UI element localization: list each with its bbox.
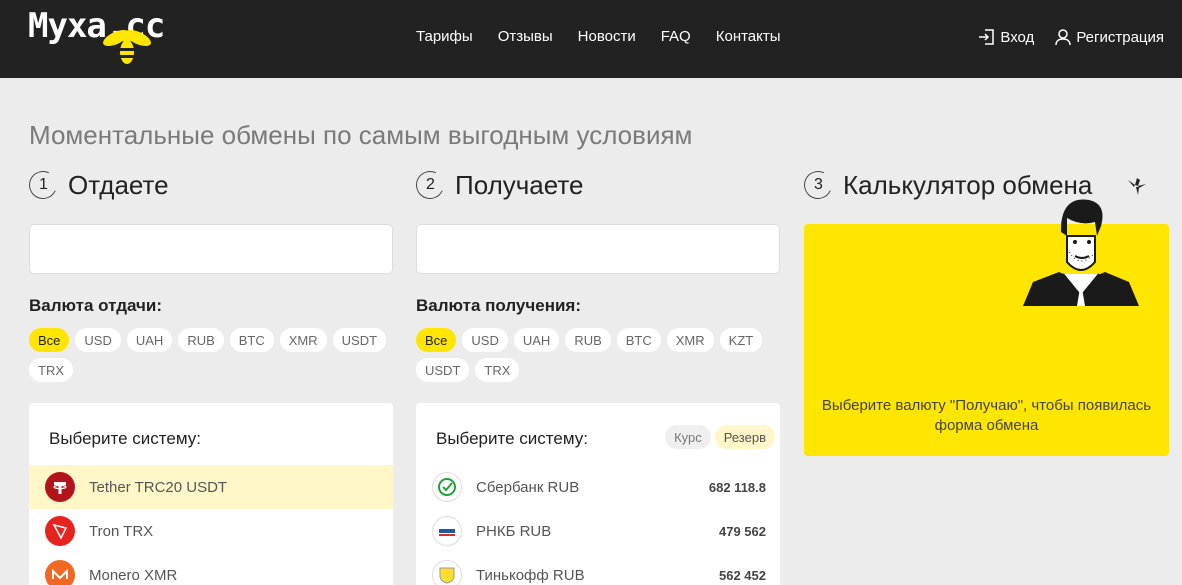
step-number-badge: 2 <box>412 167 448 203</box>
rnkb-icon <box>432 516 462 546</box>
receive-currency-label: Валюта получения: <box>416 296 582 315</box>
give-chip-usdt[interactable]: USDT <box>332 328 387 352</box>
register-label: Регистрация <box>1076 28 1164 46</box>
system-reserve: 479 562 <box>719 523 766 539</box>
bee-icon <box>103 29 151 64</box>
site-logo[interactable]: Myxa.cc <box>28 6 168 68</box>
nav-link-contacts[interactable]: Контакты <box>716 28 781 45</box>
nav-link-faq[interactable]: FAQ <box>661 28 691 45</box>
receive-chip-usd[interactable]: USD <box>462 328 508 352</box>
receive-chip-btc[interactable]: BTC <box>616 328 661 352</box>
system-reserve: 562 452 <box>719 567 766 583</box>
give-panel-title: Выберите систему: <box>49 429 201 448</box>
tron-icon <box>45 516 75 546</box>
system-name: РНКБ RUB <box>476 522 552 540</box>
give-title: Отдаете <box>68 169 169 200</box>
give-system-row[interactable]: Monero XMR <box>29 553 393 585</box>
give-chip-rub[interactable]: RUB <box>178 328 224 352</box>
give-system-row[interactable]: Tether TRC20 USDT <box>29 465 393 509</box>
give-chip-all[interactable]: Все <box>29 328 70 352</box>
receive-chip-uah[interactable]: UAH <box>513 328 560 352</box>
receive-chip-rub[interactable]: RUB <box>565 328 611 352</box>
receive-chip-usdt[interactable]: USDT <box>416 358 470 382</box>
give-chip-usd[interactable]: USD <box>75 328 121 352</box>
calculator-column: 3 Калькулятор обмена Выберите валюту "По… <box>800 167 1169 456</box>
system-name: Tether TRC20 USDT <box>89 478 228 496</box>
receive-column: 2 Получаете Валюта получения: Все USD UA… <box>412 167 780 585</box>
give-column: 1 Отдаете Валюта отдачи: Все USD UAH RUB… <box>25 167 393 585</box>
system-name: Сбербанк RUB <box>476 478 580 496</box>
give-currency-label: Валюта отдачи: <box>29 296 162 315</box>
give-chip-btc[interactable]: BTC <box>229 328 274 352</box>
system-name: Tron TRX <box>89 522 154 540</box>
step-number-badge: 1 <box>25 167 61 203</box>
receive-chip-trx[interactable]: TRX <box>475 358 520 382</box>
receive-step-header: 2 Получаете <box>412 167 780 203</box>
calculator-message: Выберите валюту "Получаю", чтобы появила… <box>821 397 1152 434</box>
register-link[interactable]: Регистрация <box>1054 28 1164 46</box>
sort-tabs: Курс Резерв <box>661 425 775 449</box>
user-icon <box>1055 29 1072 46</box>
receive-chip-kzt[interactable]: KZT <box>719 328 763 352</box>
give-currency-filters: Все USD UAH RUB BTC XMR USDT TRX <box>29 328 393 388</box>
login-icon <box>979 29 995 45</box>
tinkoff-icon <box>432 560 462 585</box>
give-chip-xmr[interactable]: XMR <box>279 328 327 352</box>
login-label: Вход <box>1000 28 1035 46</box>
receive-system-panel: Выберите систему: Курс Резерв Сбербанк R… <box>416 403 780 585</box>
receive-system-row[interactable]: РНКБ RUB 479 562 <box>416 509 780 553</box>
system-name: Тинькофф RUB <box>476 566 585 584</box>
receive-system-row[interactable]: Сбербанк RUB 682 118.8 <box>416 465 780 509</box>
give-system-panel: Выберите систему: Tether TRC20 USDT Tron… <box>29 403 393 585</box>
tab-reserve[interactable]: Резерв <box>714 425 775 449</box>
give-system-row[interactable]: Tron TRX <box>29 509 393 553</box>
auth-links: Вход Регистрация <box>958 28 1164 46</box>
calculator-panel: Выберите валюту "Получаю", чтобы появила… <box>804 199 1169 456</box>
monero-icon <box>45 560 75 585</box>
receive-currency-filters: Все USD UAH RUB BTC XMR KZT USDT TRX <box>416 328 780 388</box>
top-navigation-bar: Myxa.cc Тарифы Отзывы Новости FAQ Контак… <box>0 0 1182 78</box>
receive-title: Получаете <box>455 169 584 200</box>
tether-icon <box>45 472 75 502</box>
receive-chip-xmr[interactable]: XMR <box>666 328 714 352</box>
sberbank-icon <box>432 472 462 502</box>
give-chip-uah[interactable]: UAH <box>126 328 173 352</box>
receive-chip-all[interactable]: Все <box>416 328 457 352</box>
nav-link-news[interactable]: Новости <box>578 28 636 45</box>
give-chip-trx[interactable]: TRX <box>29 358 73 382</box>
login-link[interactable]: Вход <box>978 28 1034 46</box>
receive-search-input[interactable] <box>416 224 780 274</box>
main-nav: Тарифы Отзывы Новости FAQ Контакты <box>416 28 806 45</box>
page-tagline: Моментальные обмены по самым выгодным ус… <box>29 120 693 150</box>
tab-rate[interactable]: Курс <box>665 425 711 449</box>
receive-system-row[interactable]: Тинькофф RUB 562 452 <box>416 553 780 585</box>
system-name: Monero XMR <box>89 566 178 584</box>
fly-icon <box>1128 178 1146 195</box>
receive-panel-title: Выберите систему: <box>436 429 588 448</box>
system-reserve: 682 118.8 <box>708 479 766 495</box>
nav-link-tariffs[interactable]: Тарифы <box>416 28 473 45</box>
give-step-header: 1 Отдаете <box>25 167 393 203</box>
illustration-man <box>1023 199 1139 306</box>
nav-link-reviews[interactable]: Отзывы <box>498 28 553 45</box>
step-number-badge: 3 <box>800 167 836 203</box>
give-search-input[interactable] <box>29 224 393 274</box>
